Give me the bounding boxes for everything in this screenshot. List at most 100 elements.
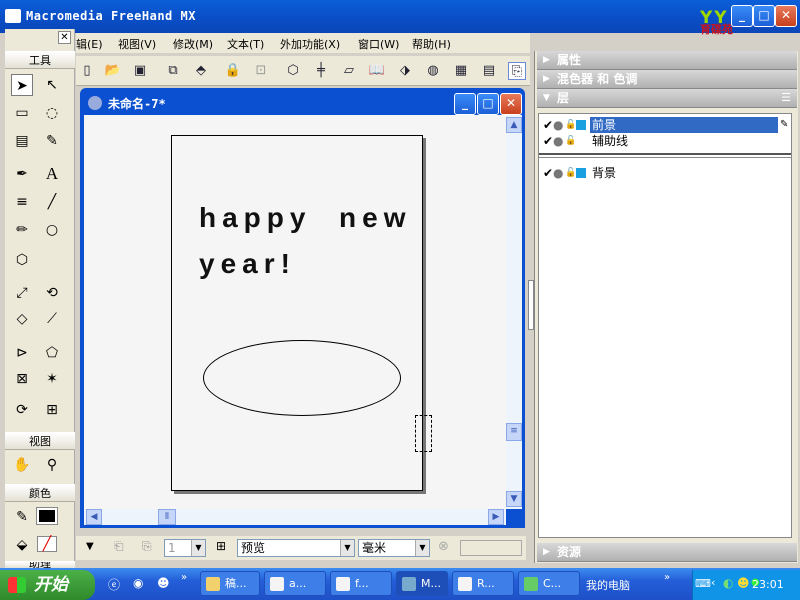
pen-tool-icon[interactable]: ✒ <box>11 163 33 185</box>
pointer-tool-icon[interactable]: ➤ <box>11 74 33 96</box>
menu-window[interactable]: 窗口(W) <box>358 36 399 52</box>
line-tool-icon[interactable]: ╱ <box>41 191 63 213</box>
toolbox-close-icon[interactable]: ✕ <box>58 31 71 44</box>
page-tool-icon[interactable]: ▭ <box>11 102 33 124</box>
eraser-tool-icon[interactable]: ◇ <box>11 308 33 330</box>
task-button-4[interactable]: M... <box>396 571 448 596</box>
menu-xtras[interactable]: 外加功能(X) <box>280 36 340 52</box>
canvas-ellipse[interactable] <box>203 340 401 416</box>
document-page[interactable] <box>171 135 423 491</box>
layer-dot-icon[interactable]: ● <box>553 117 563 133</box>
menu-modify[interactable]: 修改(M) <box>173 36 213 52</box>
graphic-hose-tool-icon[interactable]: ⊠ <box>11 368 33 390</box>
stroke-color-icon[interactable]: ✎ <box>11 506 33 528</box>
tray-expand-icon[interactable]: ‹ <box>711 576 715 589</box>
layer-color-swatch[interactable] <box>576 168 586 178</box>
qq-tray-icon[interactable]: ☻ <box>737 576 750 590</box>
preview-icon[interactable]: ⎘ <box>508 62 526 80</box>
task-button-2[interactable]: a... <box>264 571 326 596</box>
scroll-left-icon[interactable]: ◀ <box>86 509 102 525</box>
spray-tool-icon[interactable]: ✶ <box>41 368 63 390</box>
close-button[interactable]: ✕ <box>775 5 797 27</box>
vscroll-thumb[interactable]: ≡ <box>506 423 522 441</box>
menu-text[interactable]: 文本(T) <box>227 36 264 52</box>
doc-maximize-button[interactable]: □ <box>477 93 499 115</box>
quicklaunch-more-icon[interactable]: » <box>181 572 187 583</box>
extrude-tool-icon[interactable]: ⊳ <box>11 342 33 364</box>
cancel-render-icon[interactable]: ⊗ <box>438 539 449 554</box>
transform-icon[interactable]: ▱ <box>340 62 358 80</box>
layers-panel-header[interactable]: ▼ 层 ☰ <box>537 89 797 108</box>
view-mode-select[interactable]: 预览 ▼ <box>237 539 355 557</box>
quicklaunch-qq-icon[interactable]: ☻ <box>157 576 170 590</box>
subselect-tool-icon[interactable]: ↖ <box>41 74 63 96</box>
export-icon[interactable]: ⬘ <box>192 62 210 80</box>
task-button-5[interactable]: R... <box>452 571 514 596</box>
panel-splitter[interactable] <box>528 280 534 330</box>
lasso-tool-icon[interactable]: ◌ <box>41 102 63 124</box>
import-icon[interactable]: ⧉ <box>164 62 182 80</box>
ellipse-tool-icon[interactable]: ○ <box>41 219 63 241</box>
rotate-tool-icon[interactable]: ⟳ <box>11 399 33 421</box>
fill-color-icon[interactable]: ⬙ <box>11 534 33 556</box>
chart-tool-icon[interactable]: ⊞ <box>41 399 63 421</box>
save-icon[interactable]: ▣ <box>131 62 149 80</box>
align-icon[interactable]: ╪ <box>312 62 330 80</box>
new-icon[interactable]: ▯ <box>78 62 96 80</box>
swatches-icon[interactable]: ◍ <box>424 62 442 80</box>
visible-check-icon[interactable]: ✔ <box>543 133 553 149</box>
my-computer-link[interactable]: 我的电脑 <box>586 577 630 593</box>
horizontal-scrollbar[interactable]: ◀ ⦀ ▶ <box>84 509 506 525</box>
keyboard-icon[interactable]: ⌨ <box>695 577 711 590</box>
add-page-icon[interactable]: ⊞ <box>216 539 226 553</box>
scale-tool-icon[interactable]: ⤢ <box>11 282 33 304</box>
quicklaunch-ie-icon[interactable]: ⓔ <box>108 576 120 593</box>
unlock-icon[interactable]: ⊡ <box>252 62 270 80</box>
perspective-tool-icon[interactable]: ⬠ <box>41 342 63 364</box>
scroll-up-icon[interactable]: ▲ <box>506 117 522 133</box>
library-icon[interactable]: 📖 <box>368 62 386 80</box>
pencil-tool-icon[interactable]: ✏ <box>11 219 33 241</box>
text-tool-icon[interactable]: A <box>41 163 63 185</box>
hand-tool-icon[interactable]: ✋ <box>11 454 33 476</box>
layers-icon[interactable]: ▤ <box>480 62 498 80</box>
scroll-right-icon[interactable]: ▶ <box>488 509 504 525</box>
trace-tool-icon[interactable]: ▤ <box>11 130 33 152</box>
toolbar-more-icon[interactable]: » <box>664 572 670 583</box>
group-icon[interactable]: ⬡ <box>284 62 302 80</box>
prev-page-icon[interactable]: ⎗ <box>114 539 124 554</box>
polygon-tool-icon[interactable]: ⬡ <box>11 249 33 271</box>
page-number-select[interactable]: 1 ▼ <box>164 539 206 557</box>
zoom-tool-icon[interactable]: ⚲ <box>41 454 63 476</box>
layer-dot-icon[interactable]: ● <box>553 133 563 149</box>
task-button-6[interactable]: C... <box>518 571 580 596</box>
menu-view[interactable]: 视图(V) <box>118 36 156 52</box>
vertical-scrollbar[interactable]: ▲ ≡ ▼ <box>506 115 522 509</box>
maximize-button[interactable]: □ <box>753 5 775 27</box>
layer-row-background[interactable]: ✔ ● 🔓 背景 <box>541 165 789 181</box>
connector-tool-icon[interactable]: ≡ <box>11 191 33 213</box>
task-button-1[interactable]: 稿... <box>200 571 260 596</box>
doc-minimize-button[interactable]: _ <box>454 93 476 115</box>
open-icon[interactable]: 📂 <box>104 62 122 80</box>
hscroll-thumb[interactable]: ⦀ <box>158 509 176 525</box>
layer-color-swatch[interactable] <box>576 120 586 130</box>
layer-dot-icon[interactable]: ● <box>553 165 563 181</box>
scroll-down-icon[interactable]: ▼ <box>506 491 522 507</box>
styles-icon[interactable]: ⬗ <box>396 62 414 80</box>
fill-none-swatch[interactable]: ╱ <box>37 536 57 552</box>
lock-icon[interactable]: 🔓 <box>565 133 576 149</box>
doc-close-button[interactable]: ✕ <box>500 93 522 115</box>
lock-icon[interactable]: 🔓 <box>565 165 576 181</box>
grid-icon[interactable]: ▦ <box>452 62 470 80</box>
start-button[interactable]: 开始 <box>0 570 95 600</box>
menu-edit[interactable]: 辑(E) <box>76 36 103 52</box>
properties-panel-header[interactable]: ▶ 属性 <box>537 51 797 70</box>
task-button-3[interactable]: f... <box>330 571 392 596</box>
stroke-color-swatch[interactable] <box>36 507 58 525</box>
layer-row-guides[interactable]: ✔ ● 🔓 辅助线 <box>541 133 789 149</box>
next-page-icon[interactable]: ⎘ <box>142 539 152 554</box>
visible-check-icon[interactable]: ✔ <box>543 117 553 133</box>
network-icon[interactable]: ◐ <box>723 576 733 590</box>
eyedropper-tool-icon[interactable]: ✎ <box>41 130 63 152</box>
